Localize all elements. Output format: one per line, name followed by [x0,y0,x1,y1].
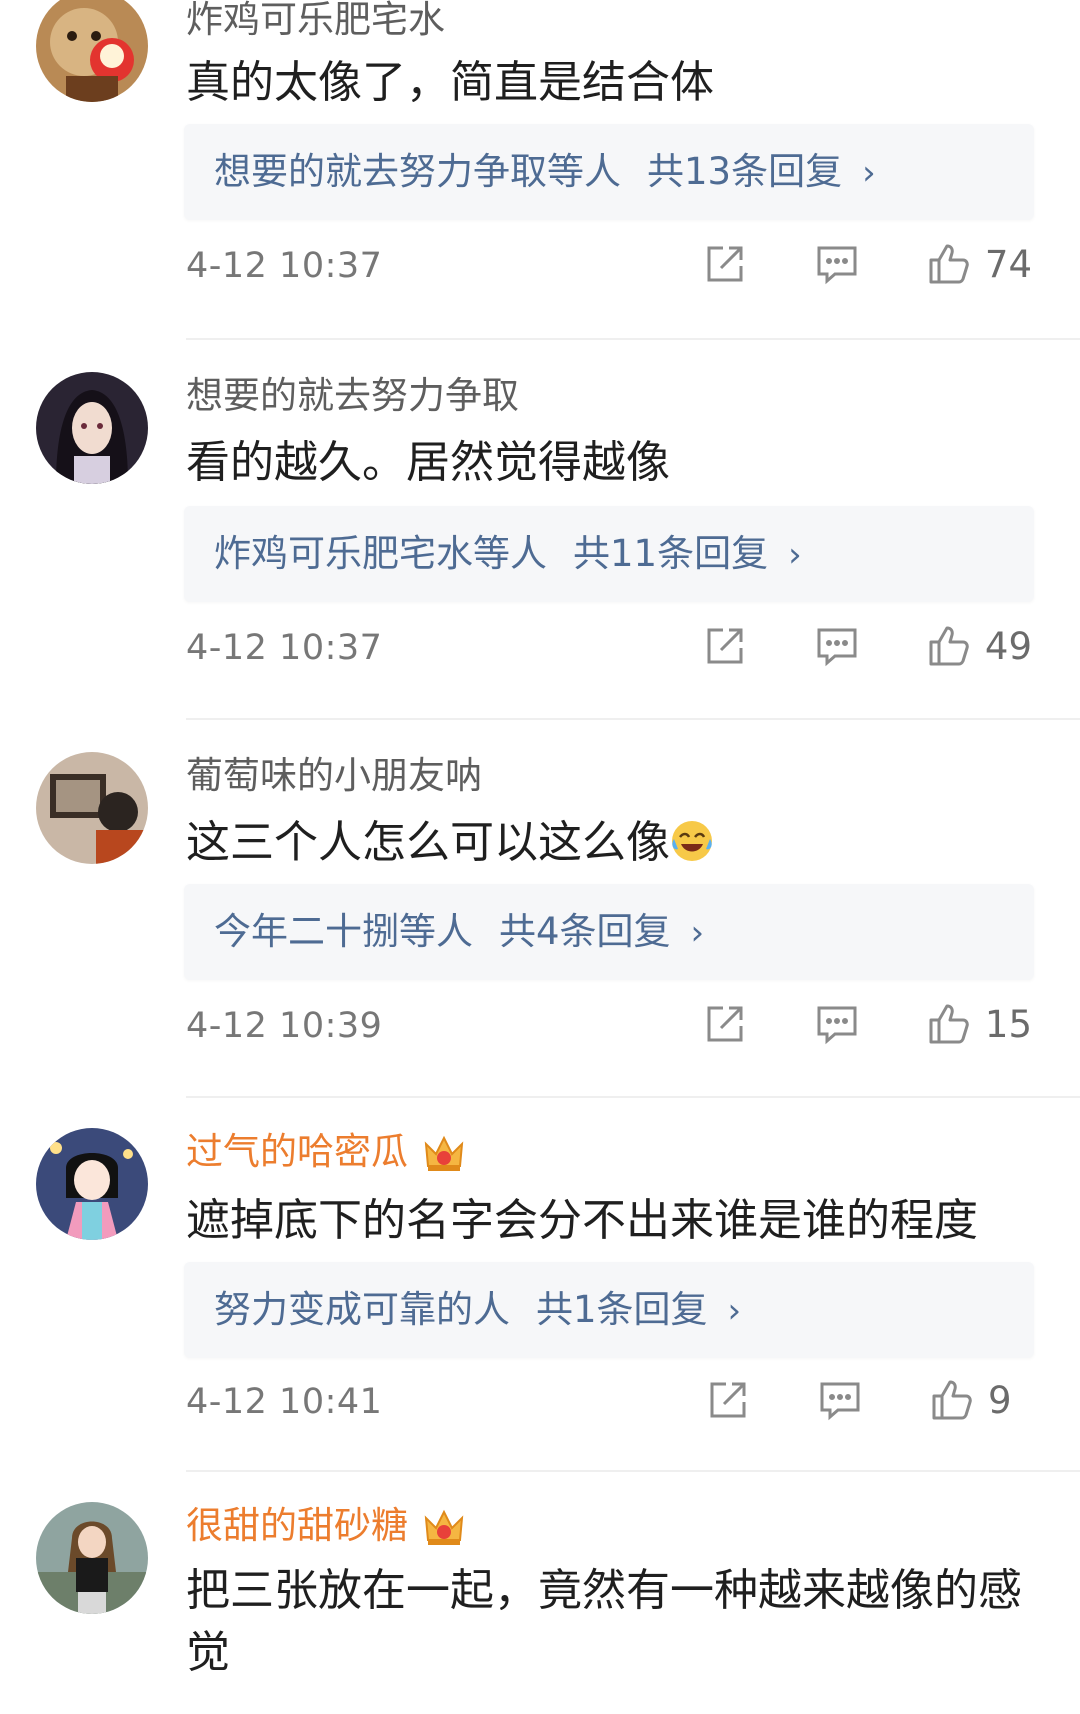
divider [186,1096,1080,1098]
reply-users: 炸鸡可乐肥宅水等人 [214,532,547,575]
avatar[interactable] [36,0,148,102]
comment-text: 遮掉底下的名字会分不出来谁是谁的程度 [186,1195,978,1246]
comment-text: 看的越久。居然觉得越像 [186,437,670,488]
comment-text-body: 这三个人怎么可以这么像 [186,817,670,868]
username[interactable]: 葡萄味的小朋友呐 [186,754,482,798]
chevron-right-icon: › [862,153,876,193]
timestamp: 4-12 10:41 [186,1382,383,1422]
action-bar: 49 [701,622,1032,670]
username-text: 过气的哈密瓜 [186,1130,408,1173]
reply-summary-box[interactable]: 炸鸡可乐肥宅水等人 共11条回复 › [184,506,1034,602]
comment-icon[interactable] [813,1000,861,1048]
reply-count: 共13条回复 [647,150,843,193]
comment-icon[interactable] [816,1376,864,1424]
divider [186,338,1080,340]
reply-users: 今年二十捌等人 [214,910,473,953]
thumbs-up-icon [925,240,973,288]
avatar[interactable] [36,1128,148,1240]
chevron-right-icon: › [727,1291,742,1331]
avatar[interactable] [36,1502,148,1614]
like-count: 9 [988,1378,1012,1422]
reply-users: 想要的就去努力争取等人 [214,150,621,193]
action-bar: 15 [701,1000,1032,1048]
avatar[interactable] [36,372,148,484]
like-button[interactable]: 9 [928,1376,1032,1424]
reply-users: 努力变成可靠的人 [214,1288,510,1331]
username-vip[interactable]: 很甜的甜砂糖 [186,1504,466,1550]
like-count: 49 [984,624,1032,668]
chevron-right-icon: › [690,913,705,953]
username[interactable]: 想要的就去努力争取 [186,374,519,418]
like-button[interactable]: 15 [925,1000,1032,1048]
share-icon[interactable] [701,622,749,670]
avatar[interactable] [36,752,148,864]
crown-icon [422,1506,466,1550]
reply-count: 共1条回复 [536,1288,708,1331]
chevron-right-icon: › [788,535,802,575]
username-vip[interactable]: 过气的哈密瓜 [186,1130,466,1176]
thumbs-up-icon [925,622,973,670]
reply-summary-box[interactable]: 努力变成可靠的人 共1条回复 › [184,1262,1034,1358]
timestamp: 4-12 10:39 [186,1006,383,1046]
reply-summary[interactable]: 炸鸡可乐肥宅水等人 共11条回复 › [214,530,802,579]
reply-summary[interactable]: 想要的就去努力争取等人 共13条回复 › [214,148,876,197]
comment-icon[interactable] [813,622,861,670]
divider [186,718,1080,720]
comment-text: 这三个人怎么可以这么像 [186,812,1046,874]
laugh-cry-emoji-icon [670,819,714,863]
reply-summary-box[interactable]: 想要的就去努力争取等人 共13条回复 › [184,124,1034,220]
comment-text: 真的太像了，简直是结合体 [186,57,714,108]
comment-icon[interactable] [813,240,861,288]
thumbs-up-icon [925,1000,973,1048]
like-button[interactable]: 49 [925,622,1032,670]
reply-count: 共11条回复 [573,532,769,575]
timestamp: 4-12 10:37 [186,628,383,668]
timestamp: 4-12 10:37 [186,246,383,286]
like-count: 74 [984,242,1032,286]
username-text: 很甜的甜砂糖 [186,1504,408,1547]
share-icon[interactable] [701,1000,749,1048]
action-bar: 9 [704,1376,1032,1424]
comment-text: 把三张放在一起，竟然有一种越来越像的感觉 [186,1565,1022,1678]
reply-count: 共4条回复 [499,910,671,953]
share-icon[interactable] [701,240,749,288]
reply-summary-box[interactable]: 今年二十捌等人 共4条回复 › [184,884,1034,980]
reply-summary[interactable]: 努力变成可靠的人 共1条回复 › [214,1286,741,1335]
like-button[interactable]: 74 [925,240,1032,288]
share-icon[interactable] [704,1376,752,1424]
reply-summary[interactable]: 今年二十捌等人 共4条回复 › [214,908,704,957]
action-bar: 74 [701,240,1032,288]
username[interactable]: 炸鸡可乐肥宅水 [186,0,445,42]
thumbs-up-icon [928,1376,976,1424]
like-count: 15 [984,1002,1032,1046]
divider [186,1470,1080,1472]
crown-icon [422,1132,466,1176]
